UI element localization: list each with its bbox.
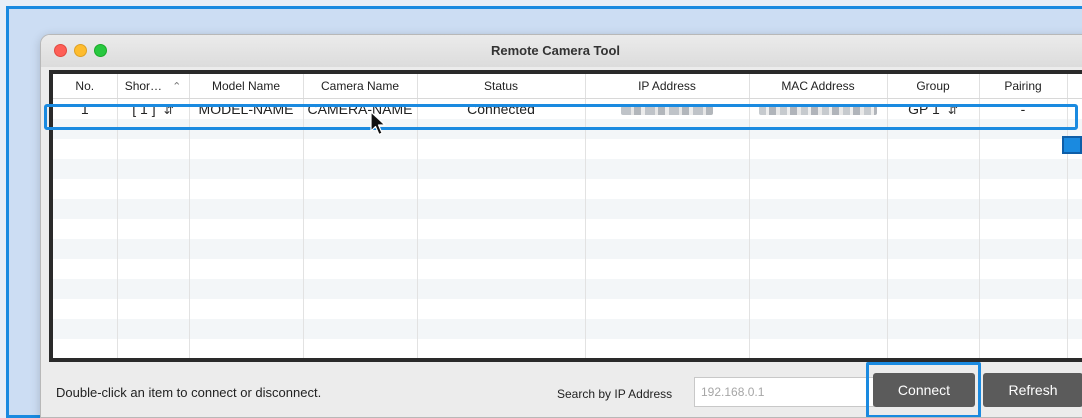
column-header-extra xyxy=(1067,74,1082,99)
empty-table-row[interactable] xyxy=(53,159,1082,179)
column-header-short[interactable]: Shor… ⌃ xyxy=(117,74,190,99)
mouse-pointer-icon xyxy=(370,111,386,136)
table-header-row: No. Shor… ⌃ Model Name Camera Name Status… xyxy=(53,74,1082,99)
column-header-model-name[interactable]: Model Name xyxy=(189,74,304,99)
app-window: Remote Camera Tool No. Shor… ⌃ Model Name… xyxy=(40,34,1082,418)
column-header-camera-name[interactable]: Camera Name xyxy=(303,74,418,99)
connect-button[interactable]: Connect xyxy=(873,373,975,407)
empty-table-row[interactable] xyxy=(53,339,1082,358)
column-header-group[interactable]: Group xyxy=(887,74,980,99)
scroll-handle[interactable] xyxy=(1062,136,1082,154)
empty-table-row[interactable] xyxy=(53,179,1082,199)
column-header-pairing[interactable]: Pairing xyxy=(979,74,1068,99)
window-title: Remote Camera Tool xyxy=(490,43,621,58)
column-header-mac-address[interactable]: MAC Address xyxy=(749,74,888,99)
refresh-button[interactable]: Refresh xyxy=(983,373,1082,407)
empty-table-row[interactable] xyxy=(53,239,1082,259)
empty-table-row[interactable] xyxy=(53,319,1082,339)
empty-table-row[interactable] xyxy=(53,219,1082,239)
search-ip-label: Search by IP Address xyxy=(557,387,673,401)
sort-ascending-icon: ⌃ xyxy=(172,81,182,93)
column-header-ip-address[interactable]: IP Address xyxy=(585,74,750,99)
column-header-no[interactable]: No. xyxy=(53,74,118,99)
title-bar: Remote Camera Tool xyxy=(41,35,1082,67)
bottom-toolbar: Double-click an item to connect or disco… xyxy=(41,362,1082,417)
empty-table-row[interactable] xyxy=(53,199,1082,219)
empty-table-row[interactable] xyxy=(53,279,1082,299)
search-ip-input[interactable] xyxy=(694,377,874,407)
selected-row-highlight xyxy=(44,104,1078,130)
instruction-text: Double-click an item to connect or disco… xyxy=(56,385,322,400)
column-header-status[interactable]: Status xyxy=(417,74,586,99)
empty-table-row[interactable] xyxy=(53,259,1082,279)
empty-table-row[interactable] xyxy=(53,299,1082,319)
empty-table-row[interactable] xyxy=(53,139,1082,159)
